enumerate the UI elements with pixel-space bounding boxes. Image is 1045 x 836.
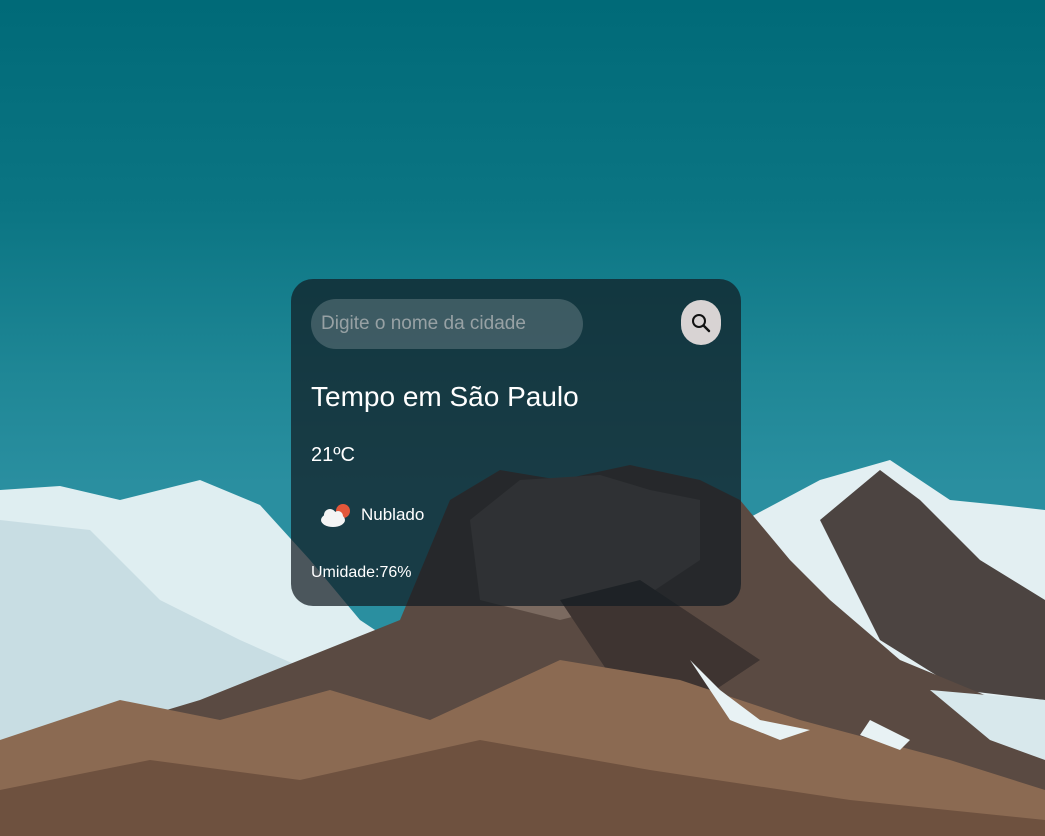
weather-card: Tempo em São Paulo 21ºC Nublado Umidade:… bbox=[291, 279, 741, 606]
temperature: 21ºC bbox=[311, 444, 355, 466]
weather-condition: Nublado bbox=[317, 501, 424, 529]
city-search-input[interactable] bbox=[311, 299, 583, 349]
humidity: Umidade:76% bbox=[311, 564, 412, 581]
search-button[interactable] bbox=[681, 300, 721, 345]
city-title: Tempo em São Paulo bbox=[311, 381, 579, 412]
partly-cloudy-icon bbox=[321, 504, 350, 527]
search-icon bbox=[692, 313, 711, 332]
condition-label: Nublado bbox=[361, 505, 425, 524]
